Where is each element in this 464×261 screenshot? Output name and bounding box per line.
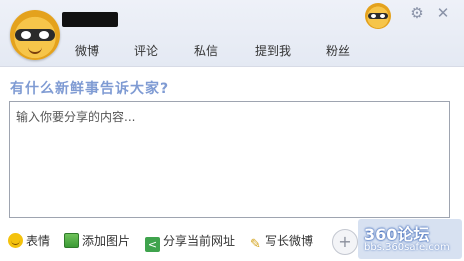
tab-weibo[interactable]: 微博 (75, 42, 99, 59)
long-weibo-button[interactable]: ✎ 写长微博 (250, 232, 314, 252)
add-image-button[interactable]: 添加图片 (64, 232, 130, 250)
compose-prompt: 有什么新鲜事告诉大家? (10, 81, 170, 97)
close-icon[interactable]: ✕ (434, 4, 452, 22)
plus-icon[interactable]: + (332, 229, 358, 255)
emoji-button[interactable]: 表情 (8, 232, 50, 250)
add-image-label: 添加图片 (82, 234, 131, 248)
image-icon (64, 233, 79, 248)
smile-icon (8, 233, 23, 248)
tab-comments[interactable]: 评论 (134, 42, 158, 59)
tab-fans[interactable]: 粉丝 (326, 42, 350, 59)
watermark-site: bbs.360safe.com (364, 242, 450, 253)
username-redacted (62, 12, 118, 27)
user-avatar[interactable] (10, 10, 60, 60)
share-url-button[interactable]: < 分享当前网址 (145, 232, 236, 252)
tab-mentions[interactable]: 提到我 (255, 42, 291, 59)
gear-icon[interactable]: ⚙ (408, 4, 426, 22)
tab-messages[interactable]: 私信 (194, 42, 218, 59)
share-icon: < (145, 237, 160, 252)
share-url-label: 分享当前网址 (163, 234, 236, 248)
long-weibo-label: 写长微博 (265, 234, 314, 248)
compose-textarea[interactable] (9, 101, 450, 218)
header-bar: ⚙ ✕ 微博 评论 私信 提到我 粉丝 (0, 0, 464, 67)
watermark: 360论坛 bbs.360safe.com (358, 219, 462, 259)
account-avatar-icon[interactable] (365, 3, 391, 29)
pen-icon: ✎ (250, 237, 261, 252)
emoji-label: 表情 (26, 234, 51, 248)
